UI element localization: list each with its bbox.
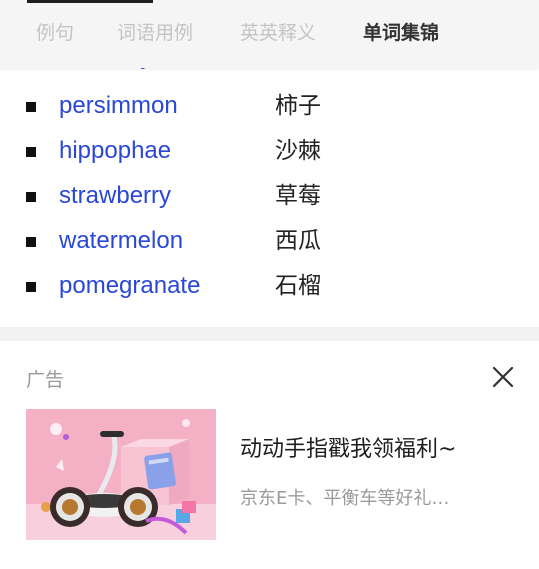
word-link[interactable]: watermelon	[59, 226, 183, 256]
word-translation: 沙棘	[275, 138, 321, 164]
ad-image[interactable]	[26, 409, 216, 540]
bullet-icon	[26, 102, 36, 112]
bullet-icon	[26, 237, 36, 247]
bullet-icon	[26, 282, 36, 292]
tab-word-collection[interactable]: 单词集锦	[363, 20, 439, 46]
list-item: hippophae 沙棘	[0, 130, 539, 174]
word-link[interactable]: strawberry	[59, 181, 171, 211]
ad-title[interactable]: 动动手指戳我领福利~	[240, 431, 456, 463]
list-item: persimmon 柿子	[0, 85, 539, 129]
list-item: watermelon 西瓜	[0, 220, 539, 264]
ad-label: 广告	[26, 369, 65, 391]
word-list: mulberry 桑椹 persimmon 柿子 hippophae 沙棘 st…	[0, 40, 539, 327]
balance-scooter-illustration-icon	[26, 409, 216, 540]
word-translation: 西瓜	[275, 228, 321, 254]
word-link[interactable]: persimmon	[59, 91, 178, 121]
bullet-icon	[26, 147, 36, 157]
word-translation: 草莓	[275, 183, 321, 209]
word-translation: 柿子	[275, 93, 321, 119]
tab-bar: 例句 词语用例 英英释义 单词集锦	[0, 0, 539, 68]
word-link[interactable]: hippophae	[59, 136, 171, 166]
word-translation: 石榴	[275, 273, 321, 299]
tab-examples[interactable]: 例句	[36, 20, 74, 46]
section-divider	[0, 327, 539, 341]
bullet-icon	[26, 192, 36, 202]
close-icon[interactable]	[489, 363, 517, 391]
list-item: pomegranate 石榴	[0, 265, 539, 309]
tab-english-definitions[interactable]: 英英释义	[240, 20, 316, 46]
tab-indicator	[27, 0, 153, 3]
list-item: strawberry 草莓	[0, 175, 539, 219]
tab-word-usage[interactable]: 词语用例	[117, 20, 193, 46]
ad-subtitle: 京东E卡、平衡车等好礼…	[240, 488, 450, 509]
word-link[interactable]: pomegranate	[59, 271, 200, 301]
ad-card[interactable]: 广告 动动手指戳我领福利~ 京东E卡、平衡车等好礼…	[0, 341, 539, 569]
